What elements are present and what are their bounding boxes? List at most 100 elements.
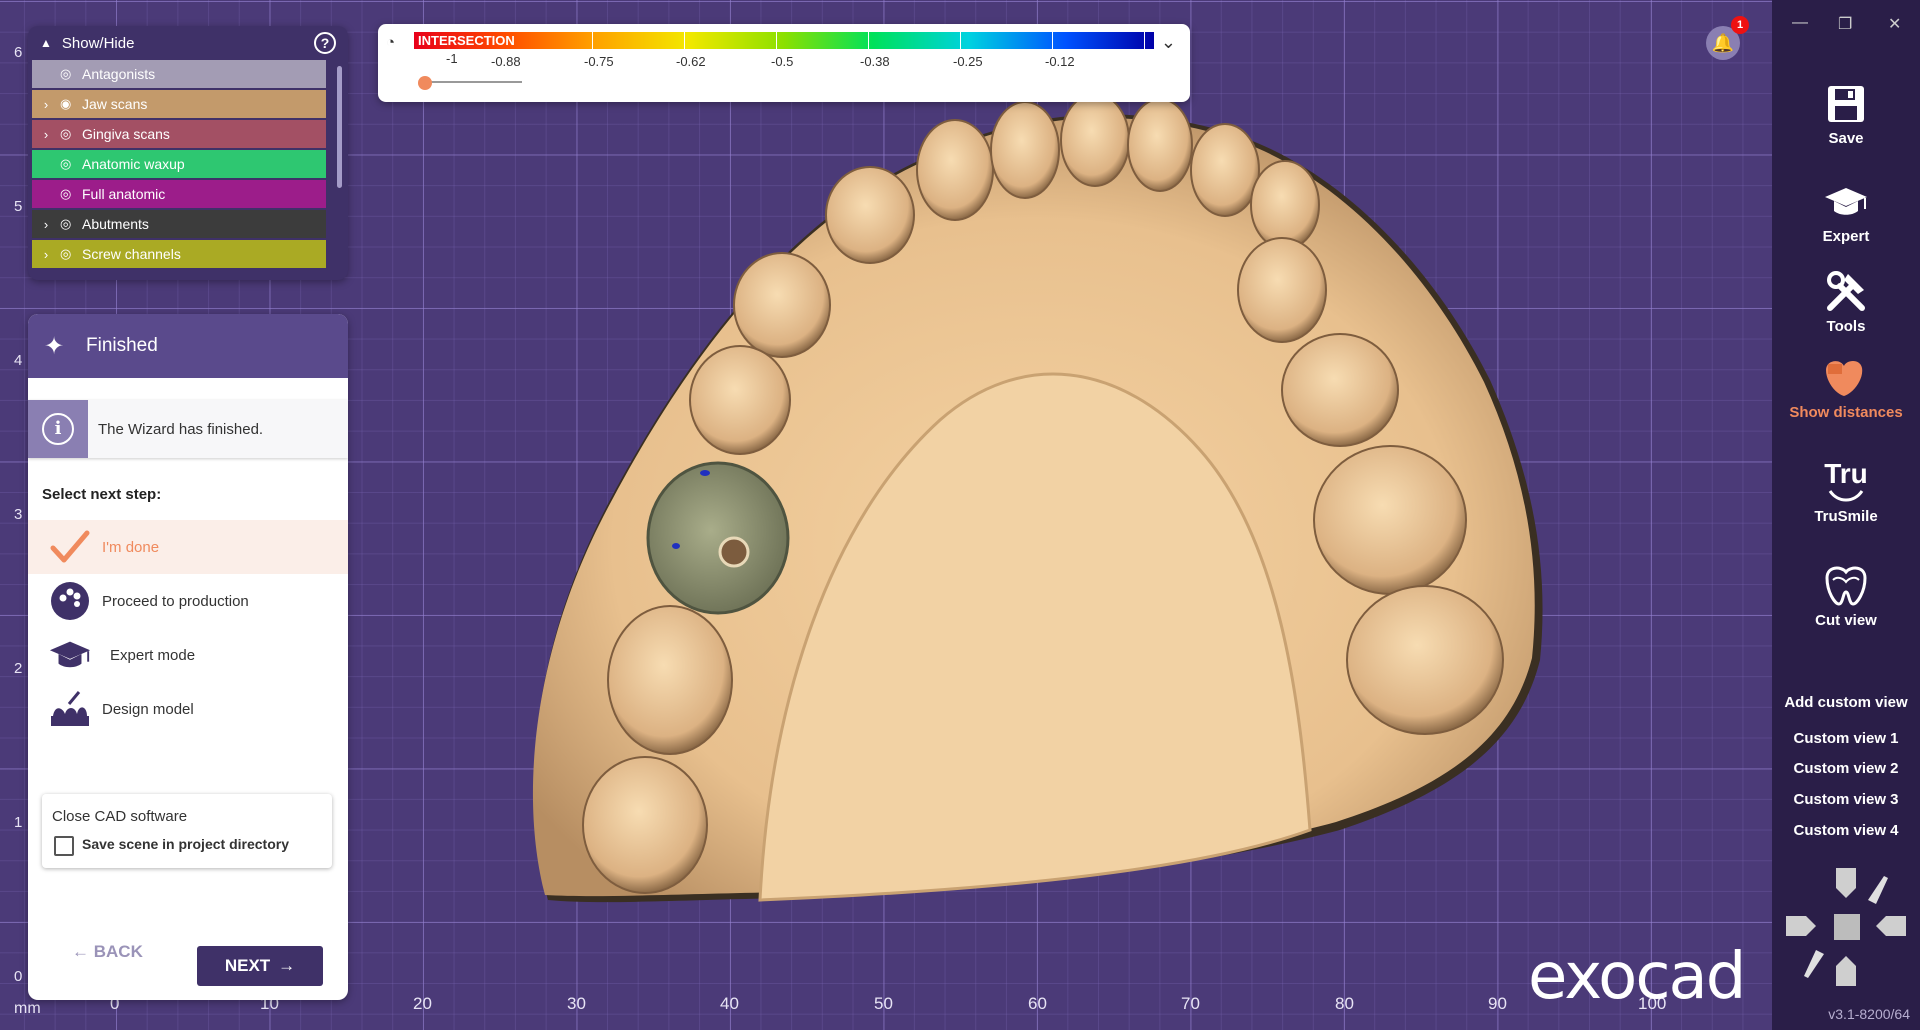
view-right-arrow[interactable] [1876,916,1906,936]
back-button[interactable]: ← BACK [72,942,143,962]
custom-view-1-button[interactable]: Custom view 1 [1772,730,1920,747]
custom-view-2-button[interactable]: Custom view 2 [1772,760,1920,777]
scale-value: -0.38 [860,54,890,69]
layer-row-abutments[interactable]: › ◎ Abutments [32,210,326,238]
eye-hidden-icon[interactable]: ◎ [60,66,82,82]
scale-value: -0.62 [676,54,706,69]
wizard-panel: ✦ Finished i The Wizard has finished. Se… [28,314,348,1000]
expand-icon[interactable]: › [32,127,60,142]
bell-icon: 🔔 [1711,32,1735,53]
view-bottom-arrow[interactable] [1836,956,1856,986]
layer-row-anatomic-waxup[interactable]: ◎ Anatomic waxup [32,150,326,178]
scale-tick [776,32,777,49]
custom-view-3-button[interactable]: Custom view 3 [1772,791,1920,808]
minimize-icon[interactable]: — [1792,14,1808,32]
chevron-up-icon[interactable]: ▲ [40,36,52,50]
layer-row-full-anatomic[interactable]: ◎ Full anatomic [32,180,326,208]
scale-tick [684,32,685,49]
cut-view-icon [1772,560,1920,612]
scale-slider-track[interactable] [422,81,522,83]
distance-color-scale: ◔ INTERSECTION -1 -0.88 -0.75 -0.62 -0.5… [378,24,1190,102]
eye-hidden-icon[interactable]: ◎ [60,156,82,172]
cut-view-label: Cut view [1815,612,1877,629]
view-front-face[interactable] [1834,914,1860,940]
scale-value: -0.25 [953,54,983,69]
color-scale-bar: INTERSECTION [414,32,1154,49]
scale-tick [960,32,961,49]
eye-hidden-icon[interactable]: ◎ [60,216,82,232]
svg-text:Tru: Tru [1824,458,1868,489]
info-icon-box: i [28,400,88,458]
scale-value: -0.5 [771,54,794,69]
expand-icon[interactable]: › [32,247,60,262]
eye-hidden-icon[interactable]: ◎ [60,126,82,142]
add-custom-view-button[interactable]: Add custom view [1772,694,1920,711]
restore-icon[interactable]: ❐ [1838,14,1852,34]
chevron-down-icon[interactable]: ⌄ [1161,32,1176,53]
back-label: BACK [93,942,143,961]
show-hide-header[interactable]: ▲ Show/Hide [28,26,348,60]
production-icon [48,579,92,623]
save-scene-checkbox[interactable] [54,836,74,856]
custom-view-4-button[interactable]: Custom view 4 [1772,822,1920,839]
next-button[interactable]: NEXT → [197,946,323,986]
option-label: I'm done [102,538,160,556]
graduation-cap-icon [1772,176,1920,228]
option-design-model[interactable]: Design model [28,682,348,736]
save-button[interactable]: Save [1772,78,1920,147]
show-distances-icon [1772,352,1920,404]
view-top-right-arrow[interactable] [1868,876,1888,904]
magic-wand-icon: ✦ [44,332,65,360]
select-next-step-label: Select next step: [42,486,162,503]
save-label: Save [1828,130,1864,147]
scale-value: -1 [446,51,458,66]
show-hide-title: Show/Hide [61,34,135,52]
view-left-arrow[interactable] [1786,916,1816,936]
layer-row-gingiva-scans[interactable]: › ◎ Gingiva scans [32,120,326,148]
layers-scrollbar[interactable] [337,66,342,188]
layer-label: Full anatomic [82,186,166,202]
show-hide-panel: ▲ Show/Hide ? ◎ Antagonists › ◉ Jaw scan… [28,26,348,280]
exocad-logo: exocad [1528,940,1746,1014]
view-navigator-cube[interactable] [1784,864,1908,990]
trusmile-label: TruSmile [1814,508,1878,525]
view-bottom-left-arrow[interactable] [1804,950,1824,978]
layer-label: Anatomic waxup [82,156,185,172]
layer-row-jaw-scans[interactable]: › ◉ Jaw scans [32,90,326,118]
layer-label: Jaw scans [82,96,148,112]
option-expert-mode[interactable]: Expert mode [28,628,348,682]
scale-slider-handle[interactable] [418,76,432,90]
checkmark-icon [48,525,92,569]
layer-label: Abutments [82,216,149,232]
eye-hidden-icon[interactable]: ◎ [60,186,82,202]
info-message: i The Wizard has finished. [28,400,348,458]
trusmile-button[interactable]: Tru TruSmile [1772,456,1920,525]
gauge-icon[interactable]: ◔ [386,34,395,51]
info-text: The Wizard has finished. [98,420,264,438]
eye-hidden-icon[interactable]: ◎ [60,246,82,262]
save-scene-label[interactable]: Save scene in project directory [82,836,289,852]
expert-button[interactable]: Expert [1772,176,1920,245]
layer-label: Gingiva scans [82,126,170,142]
layer-label: Antagonists [82,66,156,82]
tools-button[interactable]: Tools [1772,266,1920,335]
arrow-right-icon: → [278,956,296,975]
expert-label: Expert [1822,228,1870,245]
notification-badge: 1 [1731,16,1749,34]
option-label: Design model [102,700,194,718]
option-proceed-to-production[interactable]: Proceed to production [28,574,348,628]
option-im-done[interactable]: I'm done [28,520,348,574]
layer-row-screw-channels[interactable]: › ◎ Screw channels [32,240,326,268]
view-top-arrow[interactable] [1836,868,1856,898]
help-icon[interactable]: ? [314,32,336,54]
expand-icon[interactable]: › [32,97,60,112]
layer-row-antagonists[interactable]: ◎ Antagonists [32,60,326,88]
expand-icon[interactable]: › [32,217,60,232]
layer-label: Screw channels [82,246,181,262]
right-toolbar: — ❐ ✕ Save Expert Tools Show distances T… [1772,0,1920,1030]
show-distances-button[interactable]: Show distances [1772,352,1920,421]
option-label: Expert mode [110,646,196,664]
close-icon[interactable]: ✕ [1888,14,1901,34]
eye-icon[interactable]: ◉ [60,96,82,112]
cut-view-button[interactable]: Cut view [1772,560,1920,629]
